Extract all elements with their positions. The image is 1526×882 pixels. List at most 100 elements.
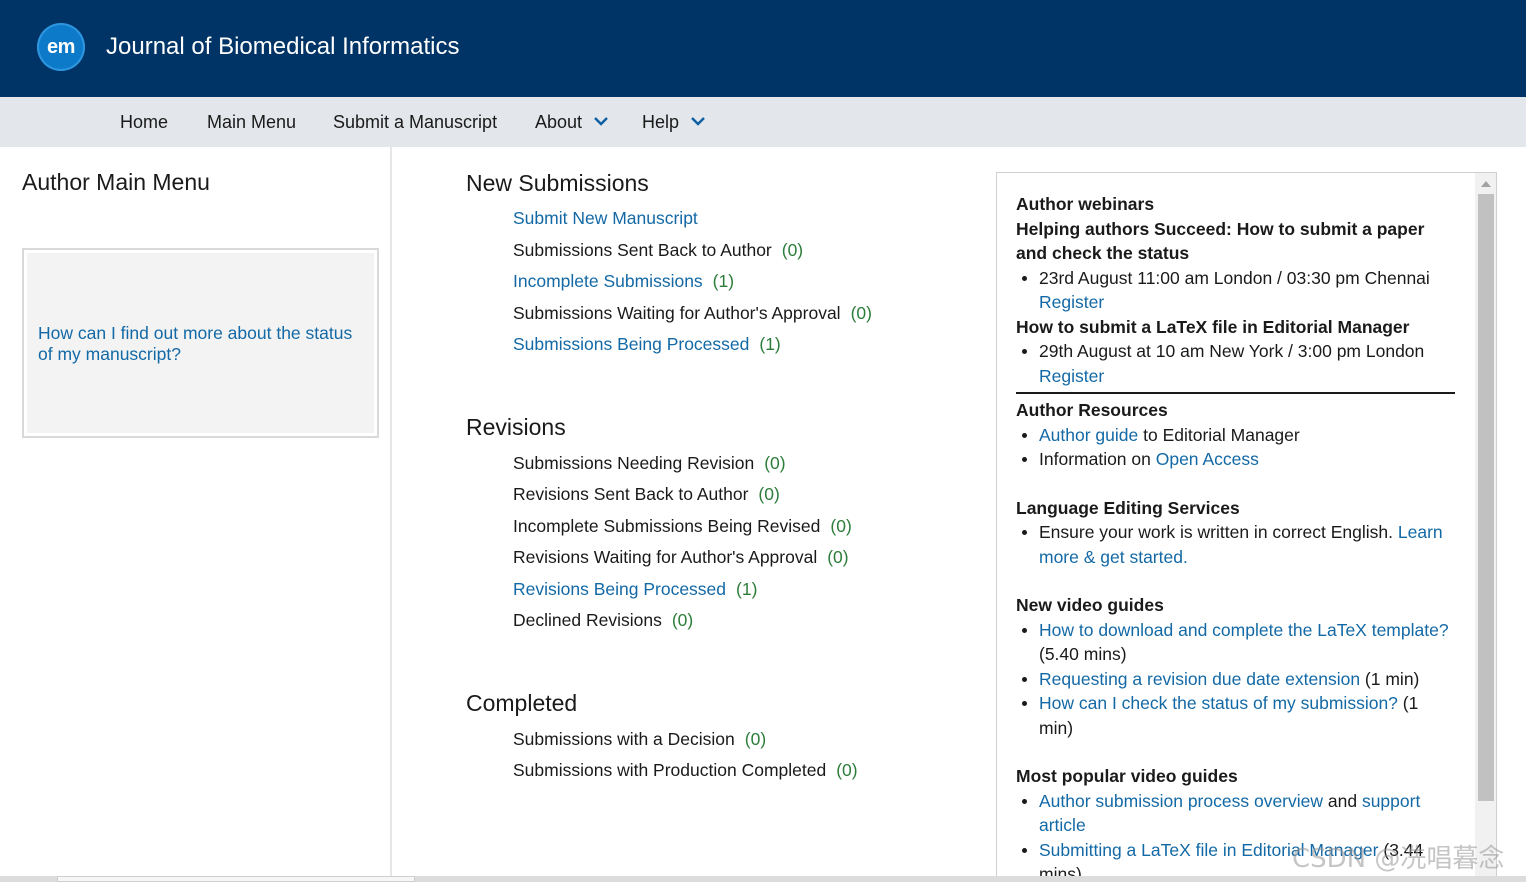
list-text: (1 min) (1360, 668, 1420, 689)
list-item: 23rd August 11:00 am London / 03:30 pm C… (1016, 266, 1456, 315)
list-text: Ensure your work is written in correct E… (1039, 522, 1398, 542)
nav-about-label: About (535, 112, 583, 132)
menu-submit-new-manuscript[interactable]: Submit New Manuscript (513, 207, 698, 229)
list-item: 29th August at 10 am New York / 3:00 pm … (1016, 339, 1456, 388)
webinars-heading: Author webinars (1016, 194, 1155, 214)
nav-submit-label: Submit a Manuscript (333, 112, 498, 132)
menu-item-label: Declined Revisions (513, 610, 662, 630)
menu-item-label: Submissions Waiting for Author's Approva… (513, 303, 841, 323)
menu-submissions-with-decision: Submissions with a Decision (0) (513, 728, 766, 750)
list-item: Information on Open Access (1016, 447, 1456, 472)
menu-item-label: Revisions Waiting for Author's Approval (513, 547, 818, 567)
menu-item-label: Incomplete Submissions (513, 271, 703, 291)
webinar1-list: 23rd August 11:00 am London / 03:30 pm C… (1016, 266, 1456, 315)
menu-item-count: (0) (830, 516, 852, 536)
list-text: and (1323, 790, 1362, 811)
video-guides-heading: New video guides (1016, 595, 1164, 615)
popular-guides-heading: Most popular video guides (1016, 766, 1238, 786)
nav-main-menu-label: Main Menu (207, 112, 297, 132)
list-item: Author submission process overview and s… (1016, 789, 1456, 838)
menu-item-label: Revisions Sent Back to Author (513, 484, 749, 504)
page-title: Author Main Menu (22, 169, 210, 195)
scroll-up-arrow-icon[interactable] (1481, 181, 1491, 187)
em-logo[interactable]: em (37, 23, 85, 71)
menu-item-count: (0) (744, 729, 767, 749)
menu-item-count: (0) (758, 484, 780, 504)
menu-item-count: (0) (781, 240, 804, 260)
list-item: How can I check the status of my submiss… (1016, 691, 1456, 740)
menu-incomplete-submissions[interactable]: Incomplete Submissions (1) (513, 270, 734, 292)
list-item: Author guide to Editorial Manager (1016, 423, 1456, 448)
chevron-down-icon (691, 117, 705, 126)
list-item: How to download and complete the LaTeX t… (1016, 618, 1456, 667)
scrollbar-thumb[interactable] (1478, 194, 1494, 801)
resources-heading: Author Resources (1016, 400, 1168, 420)
list-item: Ensure your work is written in correct E… (1016, 520, 1456, 569)
menu-item-label: Submissions Sent Back to Author (513, 240, 772, 260)
nav-home-label: Home (120, 112, 169, 132)
video-guides-list: How to download and complete the LaTeX t… (1016, 618, 1456, 741)
webinar2-time: 29th August at 10 am New York / 3:00 pm … (1039, 341, 1425, 361)
nav-help-label: Help (642, 112, 680, 132)
check-status-video-link[interactable]: How can I check the status of my submiss… (1039, 693, 1398, 713)
section-title-completed: Completed (466, 690, 578, 716)
panel-scrollbar[interactable] (1475, 173, 1496, 882)
menu-revisions-being-processed[interactable]: Revisions Being Processed (1) (513, 578, 757, 600)
menu-item-label: Submissions Being Processed (513, 334, 750, 354)
open-access-link[interactable]: Open Access (1156, 449, 1259, 469)
menu-production-completed: Submissions with Production Completed (0) (513, 759, 858, 781)
divider (1016, 392, 1455, 394)
webinar1-time: 23rd August 11:00 am London / 03:30 pm C… (1039, 267, 1430, 288)
menu-item-count: (0) (827, 547, 849, 567)
menu-needing-revision: Submissions Needing Revision (0) (513, 452, 786, 474)
menu-item-count: (0) (836, 760, 858, 780)
language-list: Ensure your work is written in correct E… (1016, 520, 1456, 569)
menu-revisions-waiting-approval: Revisions Waiting for Author's Approval (… (513, 546, 849, 568)
nav-home[interactable]: Home (120, 97, 168, 147)
due-date-extension-video-link[interactable]: Requesting a revision due date extension (1039, 669, 1360, 689)
menu-item-count: (1) (759, 334, 781, 354)
help-box: How can I find out more about the status… (22, 248, 379, 438)
menu-item-count: (0) (671, 610, 694, 630)
journal-title[interactable]: Journal of Biomedical Informatics (106, 30, 459, 64)
resources-panel: Author webinars Helping authors Succeed:… (996, 172, 1497, 882)
menu-submissions-sent-back: Submissions Sent Back to Author (0) (513, 239, 803, 261)
nav-submit-manuscript[interactable]: Submit a Manuscript (333, 97, 497, 147)
webinar2-title: How to submit a LaTeX file in Editorial … (1016, 316, 1410, 337)
menu-item-count: (1) (712, 271, 735, 291)
watermark: CSDN @冼唱暮念 (1292, 844, 1505, 874)
main-navbar: Home Main Menu Submit a Manuscript About… (0, 97, 1526, 147)
menu-item-count: (0) (850, 303, 872, 323)
list-item: Requesting a revision due date extension… (1016, 667, 1456, 692)
menu-submissions-being-processed[interactable]: Submissions Being Processed (1) (513, 333, 781, 355)
webinar1-title: Helping authors Succeed: How to submit a… (1016, 218, 1425, 264)
menu-item-label: Submissions with Production Completed (513, 760, 827, 780)
webinar2-list: 29th August at 10 am New York / 3:00 pm … (1016, 339, 1456, 388)
menu-item-count: (1) (736, 579, 758, 599)
menu-waiting-author-approval: Submissions Waiting for Author's Approva… (513, 302, 872, 324)
menu-item-count: (0) (764, 453, 786, 473)
webinar1-register-link[interactable]: Register (1039, 292, 1104, 312)
list-text: Information on (1039, 449, 1156, 469)
menu-incomplete-being-revised: Incomplete Submissions Being Revised (0) (513, 515, 852, 537)
list-text: to Editorial Manager (1138, 424, 1300, 445)
webinar2-register-link[interactable]: Register (1039, 366, 1104, 386)
section-title-revisions: Revisions (466, 414, 566, 440)
status-help-link[interactable]: How can I find out more about the status… (38, 323, 368, 365)
latex-template-video-link[interactable]: How to download and complete the LaTeX t… (1039, 620, 1449, 640)
author-menu: New Submissions Submit New Manuscript Su… (393, 147, 993, 882)
submission-overview-link[interactable]: Author submission process overview (1039, 791, 1323, 811)
horizontal-scrollbar-thumb[interactable] (57, 876, 415, 882)
menu-revisions-sent-back: Revisions Sent Back to Author (0) (513, 483, 780, 505)
nav-about[interactable]: About (535, 97, 608, 147)
author-guide-link[interactable]: Author guide (1039, 425, 1138, 445)
menu-declined-revisions: Declined Revisions (0) (513, 609, 693, 631)
menu-item-label: Submissions with a Decision (513, 729, 735, 749)
resources-list: Author guide to Editorial Manager Inform… (1016, 423, 1456, 472)
nav-main-menu[interactable]: Main Menu (207, 97, 296, 147)
nav-help[interactable]: Help (642, 97, 705, 147)
list-text: (5.40 mins) (1039, 644, 1127, 664)
